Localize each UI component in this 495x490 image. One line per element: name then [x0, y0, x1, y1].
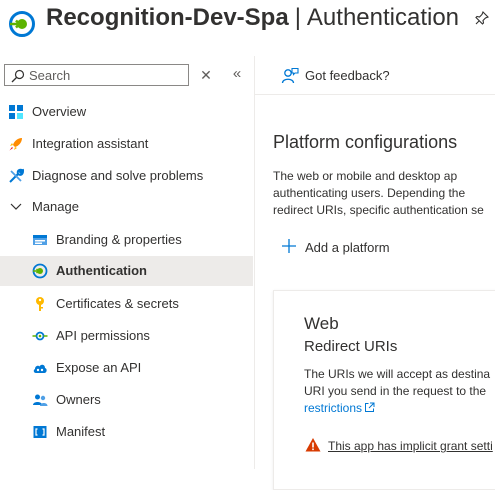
search-input[interactable] [29, 67, 179, 83]
sidebar-item-owners[interactable]: Owners [0, 385, 253, 415]
page-name: Authentication [306, 4, 460, 31]
key-icon [36, 297, 44, 311]
section-description: The web or mobile and desktop ap authent… [273, 168, 495, 219]
collapse-sidebar-icon[interactable]: « [229, 66, 245, 82]
sidebar-item-overview[interactable]: Overview [0, 97, 253, 127]
card-title: Web [304, 314, 339, 333]
app-registration-logo-icon [8, 10, 36, 38]
external-link-icon[interactable] [364, 402, 375, 413]
branding-icon [33, 235, 47, 245]
manifest-icon [33, 426, 47, 438]
description-line: redirect URIs, specific authentication s… [273, 203, 484, 217]
wrench-icon [9, 168, 24, 183]
search-box[interactable] [4, 64, 189, 86]
card-description: The URIs we will accept as destina URI y… [304, 366, 495, 417]
authentication-icon [32, 263, 48, 279]
title-separator: | [294, 4, 301, 31]
cloud-icon [33, 364, 47, 373]
page-title: Recognition-Dev-Spa | Authentication [46, 3, 459, 33]
chevron-down-icon [10, 203, 22, 210]
sidebar-item-manifest[interactable]: Manifest [0, 417, 253, 447]
sidebar-item-diagnose[interactable]: Diagnose and solve problems [0, 161, 253, 191]
card-description-line: The URIs we will accept as destina [304, 367, 491, 381]
add-platform-button[interactable]: Add a platform [305, 240, 390, 256]
sidebar-item-authentication[interactable]: Authentication [0, 256, 253, 286]
description-line: authenticating users. Depending the [273, 186, 466, 200]
feedback-icon[interactable] [281, 67, 299, 85]
pane-divider [254, 56, 255, 469]
sidebar-group-label: Manage [32, 199, 79, 214]
sidebar-item-label: Overview [32, 104, 87, 119]
sidebar-item-integration-assistant[interactable]: Integration assistant [0, 129, 253, 159]
sidebar-item-label: Authentication [56, 263, 147, 278]
feedback-button[interactable]: Got feedback? [305, 68, 390, 84]
sidebar-item-api-permissions[interactable]: API permissions [0, 321, 253, 351]
clear-search-icon[interactable]: ✕ [199, 67, 213, 83]
sidebar-item-branding[interactable]: Branding & properties [0, 225, 253, 255]
sidebar-item-label: Integration assistant [32, 136, 149, 151]
overview-icon [9, 105, 23, 119]
resource-name: Recognition-Dev-Spa [46, 4, 289, 31]
implicit-grant-warning[interactable]: This app has implicit grant setti [328, 438, 495, 454]
sidebar-item-label: Owners [56, 392, 101, 407]
pin-icon[interactable] [474, 10, 490, 26]
warning-icon [305, 437, 321, 453]
toolbar-divider [255, 94, 495, 95]
sidebar-item-label: Expose an API [56, 360, 142, 375]
rocket-icon [9, 138, 22, 151]
api-permissions-icon [32, 331, 48, 341]
sidebar-item-expose-api[interactable]: Expose an API [0, 353, 253, 383]
search-icon [11, 69, 25, 83]
sidebar-item-label: Certificates & secrets [56, 296, 179, 311]
sidebar-item-label: API permissions [56, 328, 150, 343]
sidebar-item-label: Diagnose and solve problems [32, 168, 204, 183]
people-icon [33, 394, 48, 406]
card-subtitle: Redirect URIs [304, 338, 398, 355]
restrictions-link[interactable]: restrictions [304, 401, 362, 415]
sidebar-group-manage[interactable]: Manage [0, 192, 253, 222]
section-title: Platform configurations [273, 132, 458, 152]
description-line: The web or mobile and desktop ap [273, 169, 458, 183]
sidebar-item-certificates[interactable]: Certificates & secrets [0, 289, 253, 319]
plus-icon[interactable] [281, 238, 297, 254]
card-description-line: URI you send in the request to the [304, 384, 487, 398]
sidebar-item-label: Branding & properties [56, 232, 182, 247]
sidebar-item-label: Manifest [56, 424, 106, 439]
